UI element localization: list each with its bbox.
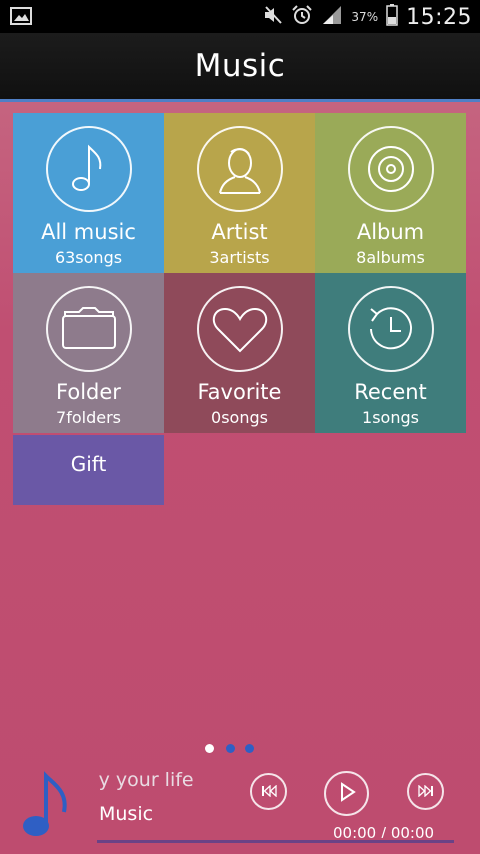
music-note-icon[interactable] [18, 768, 76, 844]
tile-count: 3artists [209, 248, 270, 267]
playback-time: 00:00 / 00:00 [333, 824, 435, 838]
tile-recent[interactable]: Recent 1songs [315, 273, 466, 433]
person-icon [196, 126, 283, 212]
history-icon [347, 286, 434, 372]
mini-player: oy your life Music 00:00 / 00:00 [0, 762, 480, 854]
heart-icon [196, 286, 283, 372]
folder-icon [45, 286, 132, 372]
status-bar: 37% 15:25 [0, 0, 480, 33]
tile-label: Artist [211, 220, 268, 244]
disc-icon [347, 126, 434, 212]
next-icon [417, 782, 434, 801]
gift-tile[interactable]: Gift [13, 435, 164, 505]
tile-count: 63songs [54, 248, 123, 267]
mute-icon [263, 6, 283, 28]
tile-all-music[interactable]: All music 63songs [13, 113, 164, 273]
tile-artist[interactable]: Artist 3artists [164, 113, 315, 273]
page-dot[interactable] [205, 744, 214, 753]
page-indicator [0, 744, 480, 756]
tile-count: 7folders [56, 408, 121, 427]
tile-label: Recent [354, 380, 427, 404]
status-clock: 15:25 [406, 4, 472, 30]
tile-label: Album [356, 220, 425, 244]
tile-folder[interactable]: Folder 7folders [13, 273, 164, 433]
tile-favorite[interactable]: Favorite 0songs [164, 273, 315, 433]
page-title: Music [194, 48, 286, 84]
signal-icon [321, 5, 343, 29]
previous-icon [261, 782, 277, 801]
tile-count: 1songs [362, 408, 419, 427]
tile-count: 8albums [356, 248, 425, 267]
music-note-icon [45, 126, 132, 212]
tile-album[interactable]: Album 8albums [315, 113, 466, 273]
progress-bar[interactable] [97, 840, 454, 843]
tile-label: Favorite [197, 380, 282, 404]
app-header: Music [0, 33, 480, 102]
battery-icon [386, 4, 398, 30]
next-button[interactable] [407, 773, 444, 810]
page-dot[interactable] [226, 744, 235, 753]
play-button[interactable] [324, 771, 369, 816]
tile-label: All music [41, 220, 136, 244]
alarm-icon [291, 5, 313, 29]
tile-count: 0songs [211, 408, 268, 427]
page-dot[interactable] [245, 744, 254, 753]
play-icon [338, 781, 356, 806]
now-playing-artist: Music [99, 803, 154, 825]
previous-button[interactable] [250, 773, 287, 810]
battery-percent: 37% [351, 10, 379, 24]
gift-label: Gift [70, 452, 107, 476]
now-playing-title[interactable]: oy your life [99, 769, 217, 795]
image-icon [10, 7, 32, 29]
tile-label: Folder [56, 380, 121, 404]
track-title: oy your life [99, 769, 194, 791]
